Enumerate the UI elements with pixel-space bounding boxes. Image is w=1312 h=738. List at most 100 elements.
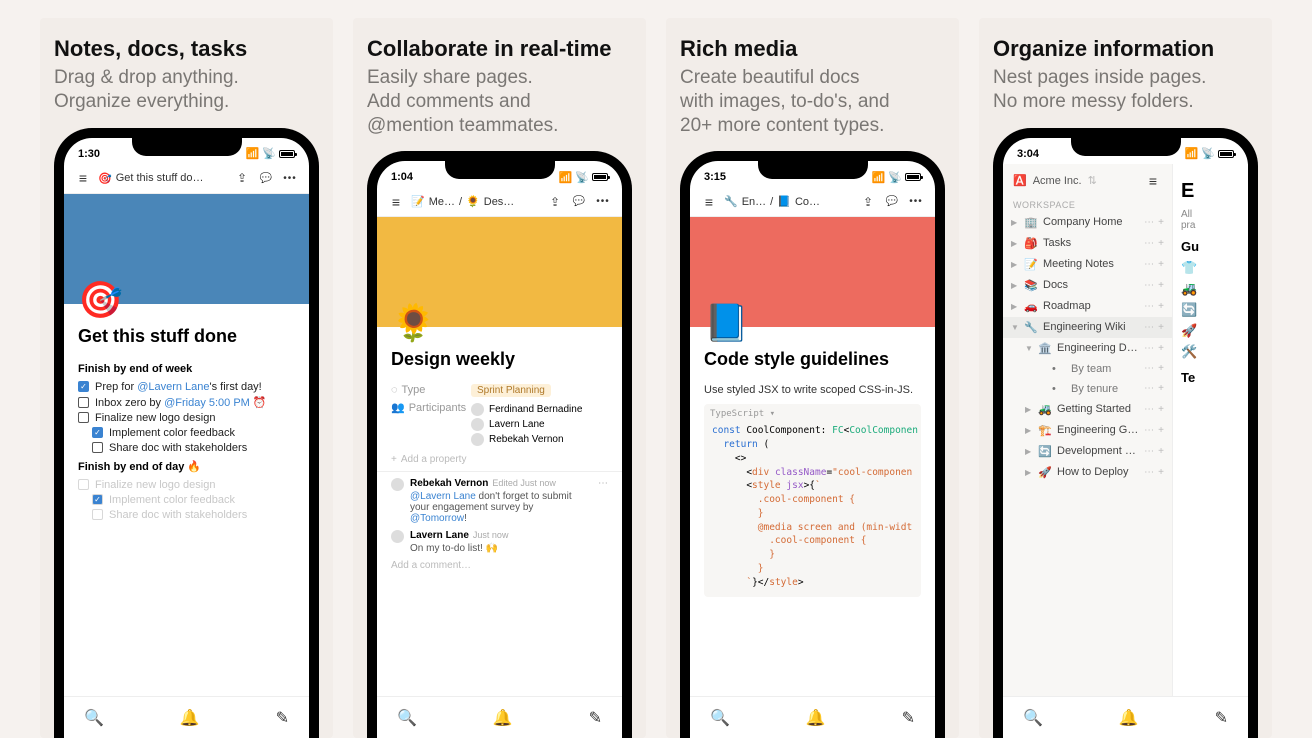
- comment-more-icon[interactable]: ⋯: [598, 478, 608, 524]
- sidebar-item[interactable]: ▶ 🚗 Roadmap ⋯+: [1003, 296, 1172, 317]
- code-language-select[interactable]: TypeScript: [710, 408, 775, 421]
- search-icon[interactable]: 🔍: [84, 708, 104, 728]
- compose-icon[interactable]: ✎: [276, 708, 289, 728]
- todo-item[interactable]: ✓Implement color feedback: [92, 427, 295, 439]
- menu-icon[interactable]: [74, 169, 92, 187]
- page-emoji[interactable]: 🌻: [391, 305, 622, 341]
- menu-icon[interactable]: [1144, 172, 1162, 190]
- property-row[interactable]: ◌Type Sprint Planning: [391, 384, 608, 397]
- notifications-icon[interactable]: 🔔: [1119, 708, 1139, 728]
- sidebar-item[interactable]: • By tenure ⋯+: [1003, 379, 1172, 399]
- comment[interactable]: Lavern LaneJust now On my to-do list! 🙌: [391, 530, 608, 554]
- body-text[interactable]: Use styled JSX to write scoped CSS-in-JS…: [704, 384, 921, 396]
- add-page-icon[interactable]: +: [1158, 301, 1164, 312]
- item-more-icon[interactable]: ⋯: [1144, 301, 1154, 312]
- checkbox-icon[interactable]: [92, 442, 103, 453]
- todo-item[interactable]: Finalize new logo design: [78, 412, 295, 424]
- item-more-icon[interactable]: ⋯: [1144, 467, 1154, 478]
- notifications-icon[interactable]: 🔔: [493, 708, 513, 728]
- sidebar-item[interactable]: ▶ 🏗️ Engineering Guidelin… ⋯+: [1003, 420, 1172, 441]
- add-page-icon[interactable]: +: [1158, 404, 1164, 415]
- checkbox-icon[interactable]: [78, 397, 89, 408]
- page-emoji[interactable]: 📘: [704, 305, 935, 341]
- add-page-icon[interactable]: +: [1158, 425, 1164, 436]
- more-icon[interactable]: [907, 193, 925, 211]
- more-icon[interactable]: [281, 169, 299, 187]
- add-comment-input[interactable]: Add a comment…: [391, 560, 608, 571]
- search-icon[interactable]: 🔍: [710, 708, 730, 728]
- comments-icon[interactable]: [883, 193, 901, 211]
- list-item[interactable]: 🔄: [1181, 302, 1240, 318]
- todo-item[interactable]: Share doc with stakeholders: [92, 442, 295, 454]
- tag[interactable]: Sprint Planning: [471, 384, 551, 397]
- sidebar-item[interactable]: ▶ 🏢 Company Home ⋯+: [1003, 212, 1172, 233]
- page-emoji[interactable]: 🎯: [78, 282, 309, 318]
- todo-item[interactable]: ✓Prep for @Lavern Lane's first day!: [78, 381, 295, 393]
- item-more-icon[interactable]: ⋯: [1144, 383, 1154, 394]
- checkbox-icon[interactable]: ✓: [92, 494, 103, 505]
- checkbox-icon[interactable]: [78, 412, 89, 423]
- item-more-icon[interactable]: ⋯: [1144, 446, 1154, 457]
- add-page-icon[interactable]: +: [1158, 238, 1164, 249]
- list-item[interactable]: 🛠️: [1181, 344, 1240, 360]
- compose-icon[interactable]: ✎: [589, 708, 602, 728]
- item-more-icon[interactable]: ⋯: [1144, 343, 1154, 354]
- item-more-icon[interactable]: ⋯: [1144, 238, 1154, 249]
- item-more-icon[interactable]: ⋯: [1144, 425, 1154, 436]
- more-icon[interactable]: [594, 193, 612, 211]
- workspace-switcher[interactable]: 🅰️ Acme Inc. ⇅: [1003, 164, 1172, 198]
- item-more-icon[interactable]: ⋯: [1144, 280, 1154, 291]
- participant[interactable]: Ferdinand Bernadine: [471, 403, 608, 416]
- menu-icon[interactable]: [700, 193, 718, 211]
- item-more-icon[interactable]: ⋯: [1144, 363, 1154, 374]
- page-title[interactable]: Design weekly: [377, 345, 622, 380]
- comments-icon[interactable]: [257, 169, 275, 187]
- menu-icon[interactable]: [387, 193, 405, 211]
- section-heading[interactable]: Finish by end of day 🔥: [78, 460, 295, 473]
- todo-item[interactable]: Inbox zero by @Friday 5:00 PM ⏰: [78, 396, 295, 409]
- add-page-icon[interactable]: +: [1158, 343, 1164, 354]
- checkbox-icon[interactable]: [78, 479, 89, 490]
- todo-item[interactable]: Share doc with stakeholders: [92, 509, 295, 521]
- add-page-icon[interactable]: +: [1158, 383, 1164, 394]
- notifications-icon[interactable]: 🔔: [180, 708, 200, 728]
- checkbox-icon[interactable]: ✓: [92, 427, 103, 438]
- participant[interactable]: Rebekah Vernon: [471, 433, 608, 446]
- item-more-icon[interactable]: ⋯: [1144, 322, 1154, 333]
- add-page-icon[interactable]: +: [1158, 217, 1164, 228]
- section-heading[interactable]: Finish by end of week: [78, 363, 295, 375]
- participant[interactable]: Lavern Lane: [471, 418, 608, 431]
- sidebar-item[interactable]: ▶ 🚀 How to Deploy ⋯+: [1003, 462, 1172, 483]
- compose-icon[interactable]: ✎: [902, 708, 915, 728]
- add-page-icon[interactable]: +: [1158, 322, 1164, 333]
- add-property-button[interactable]: Add a property: [391, 454, 608, 465]
- checkbox-icon[interactable]: ✓: [78, 381, 89, 392]
- list-item[interactable]: 👕: [1181, 260, 1240, 276]
- sidebar-item[interactable]: ▶ 📚 Docs ⋯+: [1003, 275, 1172, 296]
- page-title[interactable]: Code style guidelines: [690, 345, 935, 380]
- add-page-icon[interactable]: +: [1158, 363, 1164, 374]
- property-row[interactable]: 👥Participants Ferdinand Bernadine Lavern…: [391, 401, 608, 448]
- search-icon[interactable]: 🔍: [397, 708, 417, 728]
- sidebar-item[interactable]: ▶ 🚜 Getting Started ⋯+: [1003, 399, 1172, 420]
- page-title[interactable]: Get this stuff done: [64, 322, 309, 357]
- code-block[interactable]: TypeScript const CoolComponent: FC<CoolC…: [704, 404, 921, 597]
- list-item[interactable]: 🚜: [1181, 281, 1240, 297]
- item-more-icon[interactable]: ⋯: [1144, 259, 1154, 270]
- todo-item[interactable]: Finalize new logo design: [78, 479, 295, 491]
- item-more-icon[interactable]: ⋯: [1144, 217, 1154, 228]
- breadcrumb[interactable]: 📝Me… / 🌻Des…: [411, 195, 540, 208]
- add-page-icon[interactable]: +: [1158, 280, 1164, 291]
- notifications-icon[interactable]: 🔔: [806, 708, 826, 728]
- compose-icon[interactable]: ✎: [1215, 708, 1228, 728]
- sidebar-item[interactable]: • By team ⋯+: [1003, 359, 1172, 379]
- breadcrumb[interactable]: 🔧En… / 📘Co…: [724, 195, 853, 208]
- sidebar-item[interactable]: ▶ 🔄 Development Lifecy… ⋯+: [1003, 441, 1172, 462]
- sidebar-item[interactable]: ▶ 📝 Meeting Notes ⋯+: [1003, 254, 1172, 275]
- add-page-icon[interactable]: +: [1158, 467, 1164, 478]
- search-icon[interactable]: 🔍: [1023, 708, 1043, 728]
- breadcrumb[interactable]: 🎯 Get this stuff do…: [98, 172, 227, 185]
- add-page-icon[interactable]: +: [1158, 259, 1164, 270]
- todo-item[interactable]: ✓Implement color feedback: [92, 494, 295, 506]
- sidebar-item[interactable]: ▼ 🔧 Engineering Wiki ⋯+: [1003, 317, 1172, 338]
